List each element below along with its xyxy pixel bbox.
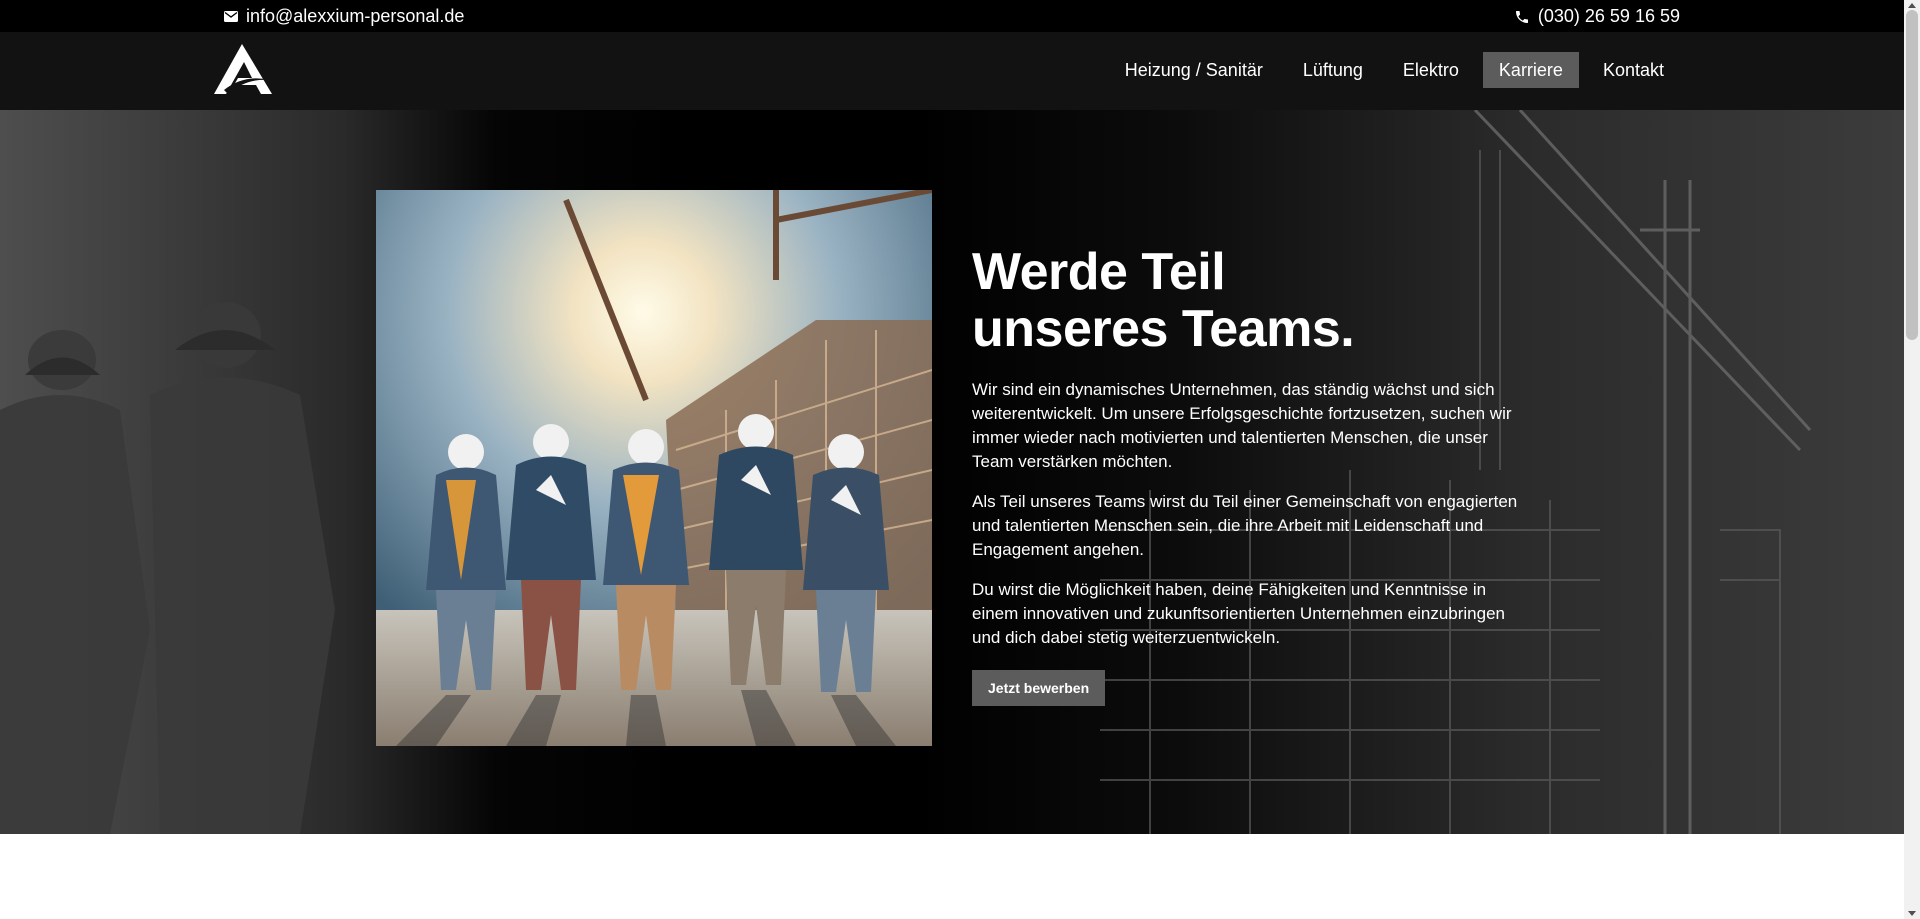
hero-background-image: [0, 110, 1812, 834]
nav-item-lueftung[interactable]: Lüftung: [1287, 52, 1379, 88]
phone-text[interactable]: (030) 26 59 16 59: [1538, 6, 1680, 27]
hero-title-line2: unseres Teams.: [972, 300, 1355, 358]
main-navigation: Heizung / Sanitär Lüftung Elektro Karrie…: [1109, 52, 1680, 88]
email-link[interactable]: info@alexxium-personal.de: [224, 6, 464, 27]
phone-link[interactable]: (030) 26 59 16 59: [1514, 6, 1680, 27]
phone-icon: [1514, 9, 1530, 25]
career-hero-section: Werde Teil unseres Teams. Wir sind ein d…: [0, 110, 1904, 834]
hero-paragraph-2: Als Teil unseres Teams wirst du Teil ein…: [972, 492, 1518, 559]
alexxium-logo-icon[interactable]: [214, 44, 272, 96]
scroll-up-arrow-icon[interactable]: [1908, 3, 1916, 8]
hero-paragraph-3: Du wirst die Möglichkeit haben, deine Fä…: [972, 580, 1506, 647]
apply-now-button[interactable]: Jetzt bewerben: [972, 670, 1106, 706]
team-workers-image: [376, 190, 932, 746]
hero-paragraph-1: Wir sind ein dynamisches Unternehmen, da…: [972, 380, 1512, 471]
nav-item-elektro[interactable]: Elektro: [1387, 52, 1475, 88]
page-scrollbar[interactable]: [1904, 0, 1920, 919]
scroll-down-arrow-icon[interactable]: [1908, 911, 1916, 916]
scrollbar-thumb[interactable]: [1906, 10, 1918, 340]
nav-item-kontakt[interactable]: Kontakt: [1587, 52, 1680, 88]
nav-item-karriere[interactable]: Karriere: [1482, 52, 1579, 88]
hero-title: Werde Teil unseres Teams.: [972, 244, 1532, 358]
hero-title-line1: Werde Teil: [972, 243, 1226, 301]
main-header: Heizung / Sanitär Lüftung Elektro Karrie…: [0, 32, 1904, 110]
envelope-icon: [224, 11, 238, 22]
nav-item-heizung-sanitaer[interactable]: Heizung / Sanitär: [1109, 52, 1279, 88]
top-contact-bar: info@alexxium-personal.de (030) 26 59 16…: [0, 0, 1904, 32]
career-intro-content: Werde Teil unseres Teams. Wir sind ein d…: [972, 244, 1532, 706]
email-text[interactable]: info@alexxium-personal.de: [246, 6, 464, 27]
